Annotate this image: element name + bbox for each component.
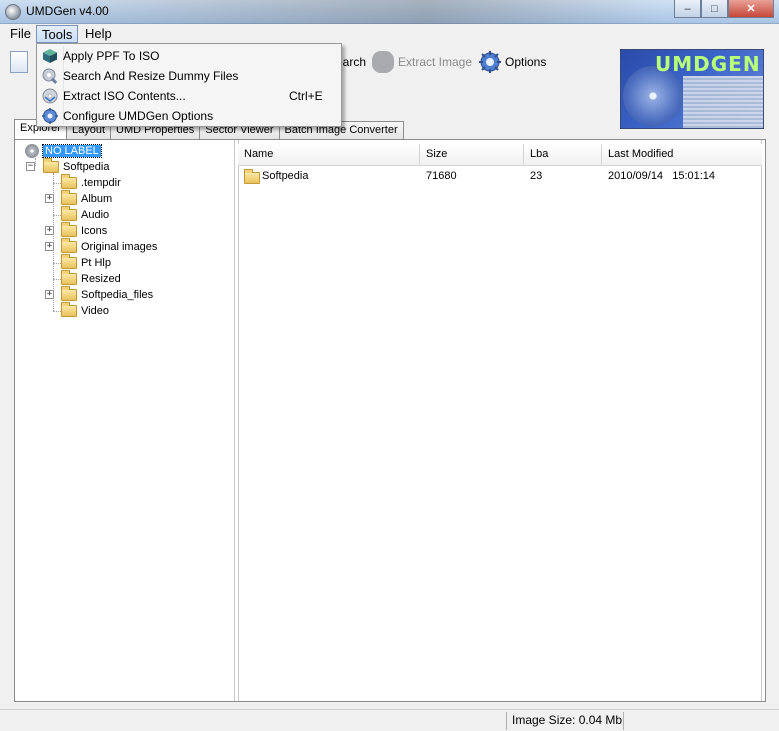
tree-item-label: Original images <box>81 241 158 253</box>
cell-name: Softpedia <box>262 170 309 182</box>
logo-text: UMDGEN <box>655 52 761 76</box>
tree-item-pt-hlp[interactable]: Pt Hlp <box>61 254 111 271</box>
cell-lba: 23 <box>530 170 543 182</box>
tree-item-label: Pt Hlp <box>81 257 111 269</box>
tree-item-video[interactable]: Video <box>61 302 109 319</box>
menu-item-apply-ppf[interactable]: Apply PPF To ISO <box>39 46 339 66</box>
menu-tools[interactable]: Tools <box>36 25 79 43</box>
folder-icon <box>61 190 77 205</box>
status-separator <box>623 712 624 730</box>
title-bar-watermark <box>0 0 779 24</box>
tree-item-label: Softpedia <box>63 161 110 173</box>
tree-item-album[interactable]: Album <box>61 190 113 207</box>
expand-icon[interactable]: + <box>45 226 54 235</box>
search-disc-icon <box>42 68 58 84</box>
tree-line <box>53 311 61 312</box>
file-list-border <box>238 140 762 701</box>
tree-item-softpedia-files[interactable]: Softpedia_files <box>61 286 154 303</box>
column-header-last-modified[interactable]: Last Modified <box>602 144 762 166</box>
title-bar: UMDGen v4.00 – □ ✕ <box>0 0 779 24</box>
app-icon[interactable] <box>5 4 21 20</box>
folder-icon <box>244 169 260 184</box>
tree-item-label: Softpedia_files <box>81 289 154 301</box>
tree-line <box>53 279 61 280</box>
tree-line <box>53 263 61 264</box>
extract-image-label: Extract Image <box>398 55 473 69</box>
tree-item-label: Audio <box>81 209 110 221</box>
menu-item-extract-iso[interactable]: Extract ISO Contents... Ctrl+E <box>39 86 339 106</box>
close-button[interactable]: ✕ <box>728 0 774 18</box>
extract-image-icon <box>372 51 394 73</box>
tree-item-original-images[interactable]: Original images <box>61 238 158 255</box>
new-button[interactable] <box>10 51 28 73</box>
collapse-icon[interactable]: − <box>26 162 35 171</box>
folder-icon <box>61 270 77 285</box>
tree-line <box>53 215 61 216</box>
column-header-lba[interactable]: Lba <box>524 144 602 166</box>
disc-icon <box>42 88 58 104</box>
umdgen-logo: UMDGEN <box>620 49 764 129</box>
extract-image-button[interactable]: Extract Image <box>372 51 472 73</box>
menu-file[interactable]: File <box>5 25 36 43</box>
folder-icon <box>61 302 77 317</box>
tree-item-label: Album <box>81 193 113 205</box>
logo-screenshot-graphic <box>683 76 763 128</box>
folder-icon <box>61 286 77 301</box>
tree-line <box>35 158 36 166</box>
expand-icon[interactable]: + <box>45 242 54 251</box>
menu-help[interactable]: Help <box>80 25 117 43</box>
image-size-status: Image Size: 0.04 Mb <box>512 713 623 727</box>
options-label: Options <box>505 55 547 69</box>
cube-icon <box>43 49 57 63</box>
status-separator <box>506 712 507 730</box>
tree-item-softpedia[interactable]: Softpedia <box>43 158 110 175</box>
column-header-name[interactable]: Name <box>238 144 420 166</box>
explorer-panel: NO LABEL − Softpedia .tempdir + Album Au… <box>14 139 766 702</box>
tools-menu: Apply PPF To ISO Search And Resize Dummy… <box>36 43 342 127</box>
tree-item-label: .tempdir <box>81 177 121 189</box>
tree-line <box>53 183 61 184</box>
menu-item-label: Configure UMDGen Options <box>63 109 214 123</box>
menu-item-search-resize[interactable]: Search And Resize Dummy Files <box>39 66 339 86</box>
column-header-size[interactable]: Size <box>420 144 524 166</box>
tree-item-label: Resized <box>81 273 121 285</box>
file-list-header: Name Size Lba Last Modified <box>238 144 762 166</box>
menu-item-shortcut: Ctrl+E <box>289 89 323 103</box>
tree-item-label: Video <box>81 305 109 317</box>
table-row[interactable]: Softpedia 71680 23 2010/09/14 15:01:14 <box>238 168 762 186</box>
minimize-button[interactable]: – <box>674 0 701 18</box>
gear-icon <box>42 108 58 124</box>
menu-item-configure-options[interactable]: Configure UMDGen Options <box>39 106 339 126</box>
cell-size: 71680 <box>426 170 457 182</box>
tree-item-label: Icons <box>81 225 108 237</box>
folder-tree[interactable]: NO LABEL − Softpedia .tempdir + Album Au… <box>19 140 235 701</box>
cell-last-modified: 2010/09/14 15:01:14 <box>608 170 716 182</box>
folder-icon <box>43 158 59 173</box>
tree-item-tempdir[interactable]: .tempdir <box>61 174 121 191</box>
file-list[interactable]: Name Size Lba Last Modified Softpedia 71… <box>235 140 765 701</box>
folder-icon <box>61 222 77 237</box>
folder-icon <box>61 254 77 269</box>
window-title: UMDGen v4.00 <box>26 4 109 18</box>
menu-item-label: Extract ISO Contents... <box>63 89 186 103</box>
menu-bar: File Tools Help <box>0 24 779 44</box>
expand-icon[interactable]: + <box>45 290 54 299</box>
tree-item-resized[interactable]: Resized <box>61 270 121 287</box>
menu-item-label: Search And Resize Dummy Files <box>63 69 239 83</box>
cd-icon <box>25 144 39 158</box>
expand-icon[interactable]: + <box>45 194 54 203</box>
tree-item-icons[interactable]: Icons <box>61 222 108 239</box>
menu-item-label: Apply PPF To ISO <box>63 49 160 63</box>
options-gear-icon <box>479 51 501 73</box>
maximize-button[interactable]: □ <box>701 0 728 18</box>
new-document-icon <box>10 51 28 73</box>
status-bar: Image Size: 0.04 Mb <box>0 709 779 731</box>
folder-icon <box>61 238 77 253</box>
tree-item-audio[interactable]: Audio <box>61 206 110 223</box>
folder-icon <box>61 174 77 189</box>
tree-root-label: NO LABEL <box>42 144 102 158</box>
folder-icon <box>61 206 77 221</box>
tree-root[interactable]: NO LABEL <box>25 143 102 159</box>
options-button[interactable]: Options <box>479 51 546 73</box>
